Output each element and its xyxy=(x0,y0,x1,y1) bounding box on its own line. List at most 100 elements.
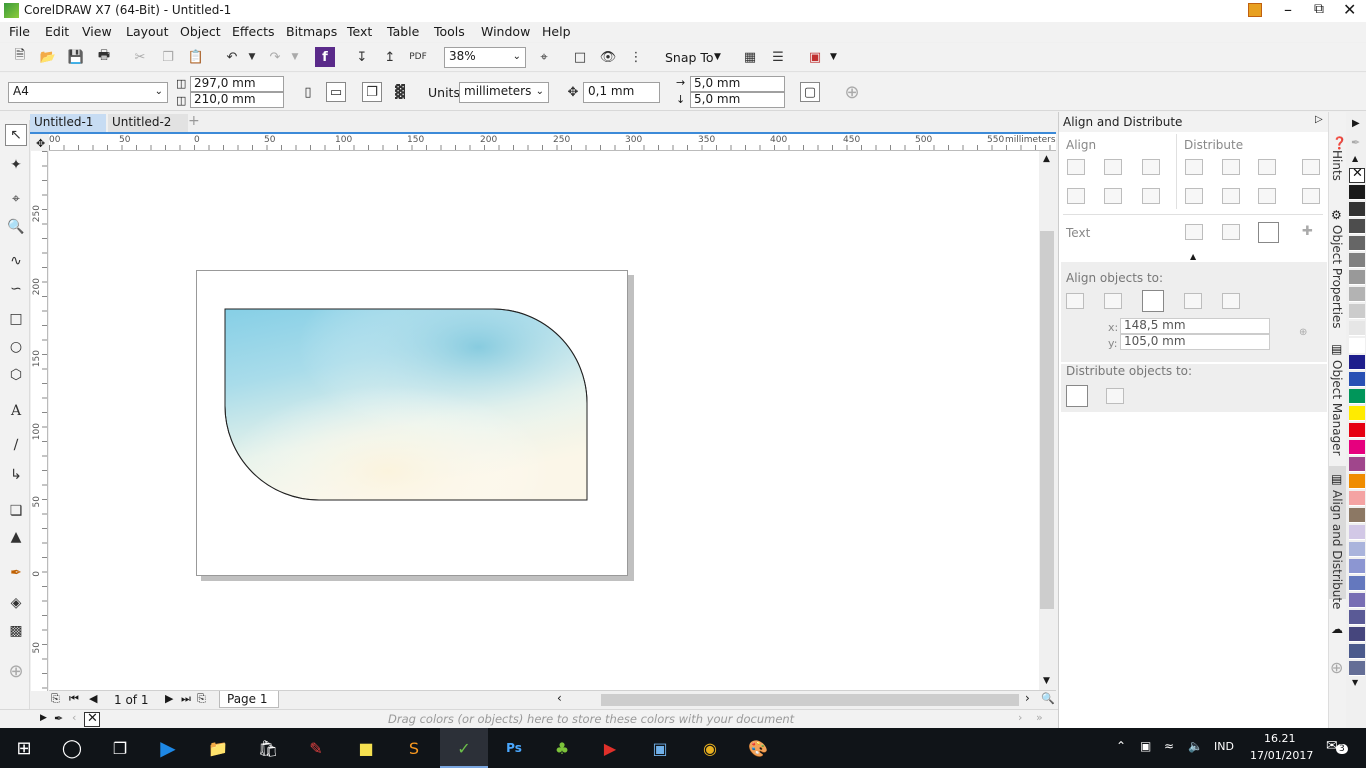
redo-icon[interactable]: ↷ xyxy=(265,47,285,67)
x-coordinate-field[interactable]: 148,5 mm xyxy=(1120,318,1270,334)
color-swatch[interactable] xyxy=(1349,202,1365,217)
object-manager-icon[interactable]: ▤ xyxy=(1331,342,1342,356)
sketchup-icon[interactable]: ▶ xyxy=(590,732,630,764)
text-tool-icon[interactable]: A xyxy=(5,400,27,422)
current-page-icon[interactable]: ▓ xyxy=(390,82,410,102)
paint-icon[interactable]: ✎ xyxy=(296,732,336,764)
specified-point-icon[interactable] xyxy=(1222,293,1240,309)
scroll-down-icon[interactable]: ▼ xyxy=(1043,676,1050,686)
palette-eyedropper-icon[interactable]: ✒ xyxy=(1351,136,1360,149)
page-center-icon[interactable] xyxy=(1142,290,1164,312)
align-distribute-icon[interactable]: ▤ xyxy=(1331,472,1342,486)
duplicate-y-field[interactable]: 5,0 mm xyxy=(690,92,785,108)
paste-icon[interactable]: 📋 xyxy=(186,47,206,67)
treat-as-filled-icon[interactable]: ▢ xyxy=(800,82,820,102)
freehand-tool-icon[interactable]: ∿ xyxy=(5,250,27,272)
text-last-line-icon[interactable] xyxy=(1222,224,1240,240)
new-tab-icon[interactable]: + xyxy=(188,113,200,129)
language-indicator[interactable]: IND xyxy=(1214,740,1234,753)
align-center-v-icon[interactable] xyxy=(1104,188,1122,204)
first-page-icon[interactable]: ⏮ xyxy=(69,692,79,706)
color-swatch[interactable] xyxy=(1349,185,1365,200)
import-icon[interactable]: ↧ xyxy=(352,47,372,67)
horizontal-scroll-thumb[interactable] xyxy=(601,694,1019,706)
color-swatch[interactable] xyxy=(1349,542,1365,557)
menu-view[interactable]: View xyxy=(82,24,112,39)
minimize-button[interactable]: – xyxy=(1284,0,1292,19)
scroll-right-small-icon[interactable]: › xyxy=(1018,711,1022,724)
palette-arrow-icon[interactable]: ▶ xyxy=(40,713,47,723)
text-bounding-box-icon[interactable] xyxy=(1258,222,1279,243)
clock-time[interactable]: 16.21 xyxy=(1264,732,1296,745)
previous-page-icon[interactable]: ◀ xyxy=(89,692,97,705)
menu-file[interactable]: File xyxy=(9,24,30,39)
snap-to-dropdown[interactable]: Snap To xyxy=(665,50,714,65)
scroll-left-icon[interactable]: ‹ xyxy=(557,691,562,705)
align-right-icon[interactable] xyxy=(1142,159,1160,175)
zoom-navigator-icon[interactable]: 🔍 xyxy=(1041,692,1055,705)
wifi-icon[interactable]: ≈ xyxy=(1164,739,1174,753)
distribute-right-icon[interactable] xyxy=(1302,159,1320,175)
duplicate-x-field[interactable]: 5,0 mm xyxy=(690,76,785,92)
add-docker-icon[interactable]: ⊕ xyxy=(1330,658,1343,677)
page-width-field[interactable]: 297,0 mm xyxy=(190,76,284,92)
file-explorer-icon[interactable]: 📁 xyxy=(198,732,238,764)
align-bottom-icon[interactable] xyxy=(1142,188,1160,204)
scroll-thumb[interactable] xyxy=(1040,231,1054,609)
expand-palette-icon[interactable]: » xyxy=(1036,711,1043,724)
box-app-icon[interactable]: ▣ xyxy=(640,732,680,764)
media-player-icon[interactable]: ▶ xyxy=(148,732,188,764)
color-swatch[interactable] xyxy=(1349,253,1365,268)
color-swatch[interactable] xyxy=(1349,440,1365,455)
add-tool-icon[interactable]: ⊕ xyxy=(5,660,27,682)
battery-icon[interactable]: ▣ xyxy=(1140,739,1151,753)
open-icon[interactable]: 📂 xyxy=(38,47,58,67)
color-swatch[interactable] xyxy=(1349,491,1365,506)
artistic-media-icon[interactable]: ∽ xyxy=(5,278,27,300)
page-size-select[interactable]: A4 ⌄ xyxy=(8,82,168,103)
menu-edit[interactable]: Edit xyxy=(45,24,69,39)
connector-tool-icon[interactable]: ↳ xyxy=(5,464,27,486)
menu-object[interactable]: Object xyxy=(180,24,221,39)
scroll-left-small-icon[interactable]: ‹ xyxy=(72,711,76,724)
distribute-center-v-icon[interactable] xyxy=(1222,188,1240,204)
color-swatch[interactable] xyxy=(1349,406,1365,421)
tray-chevron-icon[interactable]: ⌃ xyxy=(1116,739,1126,753)
color-swatch[interactable] xyxy=(1349,270,1365,285)
coreldraw-icon[interactable]: ✓ xyxy=(444,732,484,764)
page-edge-icon[interactable] xyxy=(1104,293,1122,309)
no-fill-swatch[interactable]: ✕ xyxy=(1349,166,1365,183)
zoom-tool-icon[interactable]: 🔍 xyxy=(5,216,27,238)
color-swatch[interactable] xyxy=(1349,321,1365,336)
color-swatch[interactable] xyxy=(1349,372,1365,387)
cut-icon[interactable]: ✂ xyxy=(130,47,150,67)
full-screen-icon[interactable]: □ xyxy=(570,47,590,67)
transparency-icon[interactable]: ▲ xyxy=(5,526,27,548)
pick-tool-icon[interactable]: ↖ xyxy=(5,124,27,146)
landscape-icon[interactable]: ▭ xyxy=(326,82,346,102)
parallel-dimension-icon[interactable]: ∕ xyxy=(5,434,27,456)
tab-untitled-2[interactable]: Untitled-2 xyxy=(108,114,188,132)
tab-align-distribute[interactable]: Align and Distribute xyxy=(1330,490,1344,609)
sticky-notes-icon[interactable]: ■ xyxy=(346,732,386,764)
hints-icon[interactable]: ❓ xyxy=(1332,136,1347,150)
no-color-swatch[interactable]: ✕ xyxy=(84,711,100,727)
clock-date[interactable]: 17/01/2017 xyxy=(1250,749,1313,762)
zoom-to-fit-icon[interactable]: ⌖ xyxy=(534,47,554,67)
search-content-icon[interactable]: f xyxy=(315,47,335,67)
menu-bitmaps[interactable]: Bitmaps xyxy=(286,24,337,39)
color-swatch[interactable] xyxy=(1349,627,1365,642)
color-swatch[interactable] xyxy=(1349,338,1365,353)
page-tab[interactable]: Page 1 xyxy=(219,691,279,708)
units-select[interactable]: millimeters ⌄ xyxy=(459,82,549,103)
new-icon[interactable]: 🗎 xyxy=(10,47,30,67)
show-grid-icon[interactable]: ⋮ xyxy=(626,47,646,67)
snap-to-chevron-icon[interactable]: ▼ xyxy=(714,52,721,62)
all-pages-icon[interactable]: ❐ xyxy=(362,82,382,102)
color-swatch[interactable] xyxy=(1349,219,1365,234)
nudge-distance-field[interactable]: 0,1 mm xyxy=(583,82,660,103)
application-launcher-icon[interactable]: ☰ xyxy=(768,47,788,67)
portrait-icon[interactable]: ▯ xyxy=(298,82,318,102)
color-swatch[interactable] xyxy=(1349,525,1365,540)
distribute-spacing-h-icon[interactable] xyxy=(1258,159,1276,175)
